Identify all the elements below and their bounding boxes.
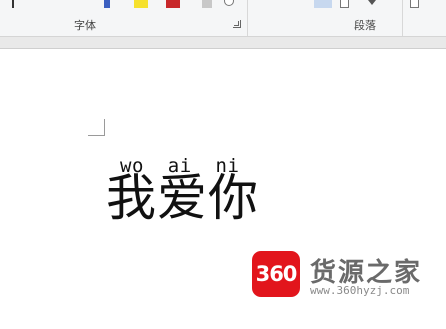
ribbon-tool-icon[interactable] [12, 0, 14, 8]
ribbon-group-separator [402, 0, 403, 36]
enclose-characters-icon[interactable] [224, 0, 234, 6]
watermark-logo: 360 [252, 251, 300, 297]
text-effects-icon[interactable] [104, 0, 110, 8]
ribbon-group-separator [247, 0, 248, 36]
align-left-icon[interactable] [314, 0, 332, 8]
watermark: 360 货源之家 www.360hyzj.com [252, 251, 446, 301]
highlight-color-icon[interactable] [134, 0, 148, 8]
ribbon: 字体 段落 [0, 0, 446, 37]
paragraph-group-label: 段落 [354, 19, 376, 32]
hanzi-text[interactable]: 我爱你 [106, 173, 259, 223]
borders-icon[interactable] [410, 0, 419, 8]
font-group-label: 字体 [74, 19, 96, 32]
shading-icon[interactable] [340, 0, 349, 8]
chevron-down-icon[interactable] [368, 0, 376, 5]
font-dialog-launcher-icon[interactable] [233, 20, 241, 28]
page-gap [0, 37, 446, 49]
margin-corner-mark [88, 119, 105, 136]
character-shading-icon[interactable] [202, 0, 212, 8]
watermark-url: www.360hyzj.com [310, 284, 410, 297]
font-color-icon[interactable] [166, 0, 180, 8]
